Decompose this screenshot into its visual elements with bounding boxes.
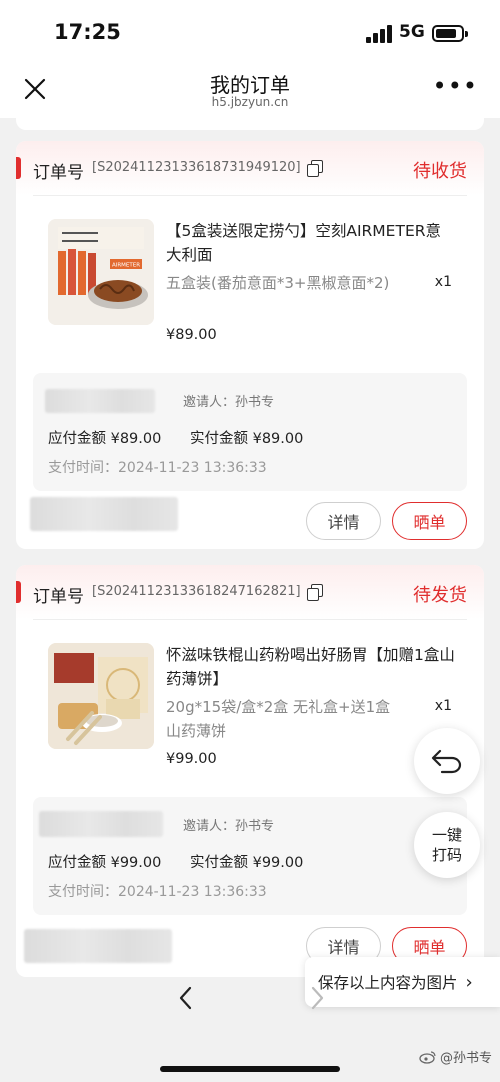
product-quantity: x1 xyxy=(434,698,452,714)
pay-time: 支付时间：2024-11-23 13:36:33 xyxy=(48,884,267,900)
order-number: [S20241123133618247162821] xyxy=(92,584,301,599)
mosaic-button[interactable]: 一键打码 xyxy=(414,812,480,878)
order-header: 订单号 [S20241123133618731949120] 待收货 xyxy=(16,141,484,195)
pay-time: 支付时间：2024-11-23 13:36:33 xyxy=(48,460,267,476)
share-order-button[interactable]: 晒单 xyxy=(392,502,467,540)
product-spec: 20g*15袋/盒*2盒 无礼盒+送1盒山药薄饼 xyxy=(166,698,391,740)
copy-icon[interactable] xyxy=(307,160,323,177)
order-card: 订单号 [S20241123133618247162821] 待发货 怀滋味铁棍… xyxy=(16,565,484,977)
forward-arrow-icon[interactable] xyxy=(306,980,328,1016)
mosaic-label: 一键打码 xyxy=(431,826,462,864)
network-label: 5G xyxy=(399,22,425,42)
product-spec: 五盒装(番茄意面*3+黑椒意面*2) xyxy=(166,274,390,292)
status-bar: 17:25 5G xyxy=(0,0,500,66)
copy-icon[interactable] xyxy=(307,584,323,601)
product-price: ¥99.00 xyxy=(166,751,217,767)
order-summary: 邀请人：孙书专 应付金额 ¥89.00 实付金额 ¥89.00 支付时间：202… xyxy=(33,373,467,491)
order-card: 订单号 [S20241123133618731949120] 待收货 AIRME… xyxy=(16,141,484,549)
home-indicator xyxy=(160,1066,340,1072)
order-header: 订单号 [S20241123133618247162821] 待发货 xyxy=(16,565,484,619)
product-price: ¥89.00 xyxy=(166,327,217,343)
redacted-area xyxy=(24,929,172,963)
order-summary: 邀请人：孙书专 应付金额 ¥99.00 实付金额 ¥99.00 支付时间：202… xyxy=(33,797,467,915)
product-image[interactable] xyxy=(48,643,154,749)
signal-icon xyxy=(366,25,394,43)
detail-button[interactable]: 详情 xyxy=(306,502,381,540)
nav-bar: 我的订单 h5.jbzyun.cn ••• xyxy=(0,66,500,118)
inviter-text: 邀请人：孙书专 xyxy=(183,819,275,834)
battery-icon xyxy=(432,25,468,42)
brand-tag: AIRMETER xyxy=(112,263,140,269)
redacted-area xyxy=(30,497,178,531)
weibo-logo-icon xyxy=(419,1050,436,1064)
page-url: h5.jbzyun.cn xyxy=(211,95,289,109)
product-title[interactable]: 【5盒装送限定捞勺】空刻AIRMETER意大利面 xyxy=(166,219,456,267)
order-number: [S20241123133618731949120] xyxy=(92,160,301,175)
amount-paid: 实付金额 ¥89.00 xyxy=(190,431,304,447)
inviter-text: 邀请人：孙书专 xyxy=(183,395,275,410)
product-image[interactable]: AIRMETER xyxy=(48,219,154,325)
back-float-button[interactable] xyxy=(414,728,480,794)
browser-toolbar: @孙书专 xyxy=(0,980,500,1082)
order-status: 待发货 xyxy=(413,585,467,606)
page-title: 我的订单 xyxy=(210,73,290,97)
back-arrow-icon[interactable] xyxy=(175,980,197,1016)
order-status: 待收货 xyxy=(413,161,467,182)
undo-arrow-icon xyxy=(431,749,462,774)
amount-due: 应付金额 ¥99.00 xyxy=(48,855,162,871)
watermark: @孙书专 xyxy=(419,1047,492,1066)
order-label: 订单号 xyxy=(33,163,84,183)
more-icon[interactable]: ••• xyxy=(433,72,478,100)
amount-due: 应付金额 ¥89.00 xyxy=(48,431,162,447)
amount-paid: 实付金额 ¥99.00 xyxy=(190,855,304,871)
product-title[interactable]: 怀滋味铁棍山药粉喝出好肠胃【加赠1盒山药薄饼】 xyxy=(166,643,456,691)
product-quantity: x1 xyxy=(434,274,452,290)
previous-card-edge xyxy=(16,118,484,130)
redacted-area xyxy=(45,389,155,413)
order-label: 订单号 xyxy=(33,587,84,607)
redacted-area xyxy=(39,811,163,837)
status-time: 17:25 xyxy=(54,20,121,44)
watermark-text: @孙书专 xyxy=(439,1051,492,1066)
